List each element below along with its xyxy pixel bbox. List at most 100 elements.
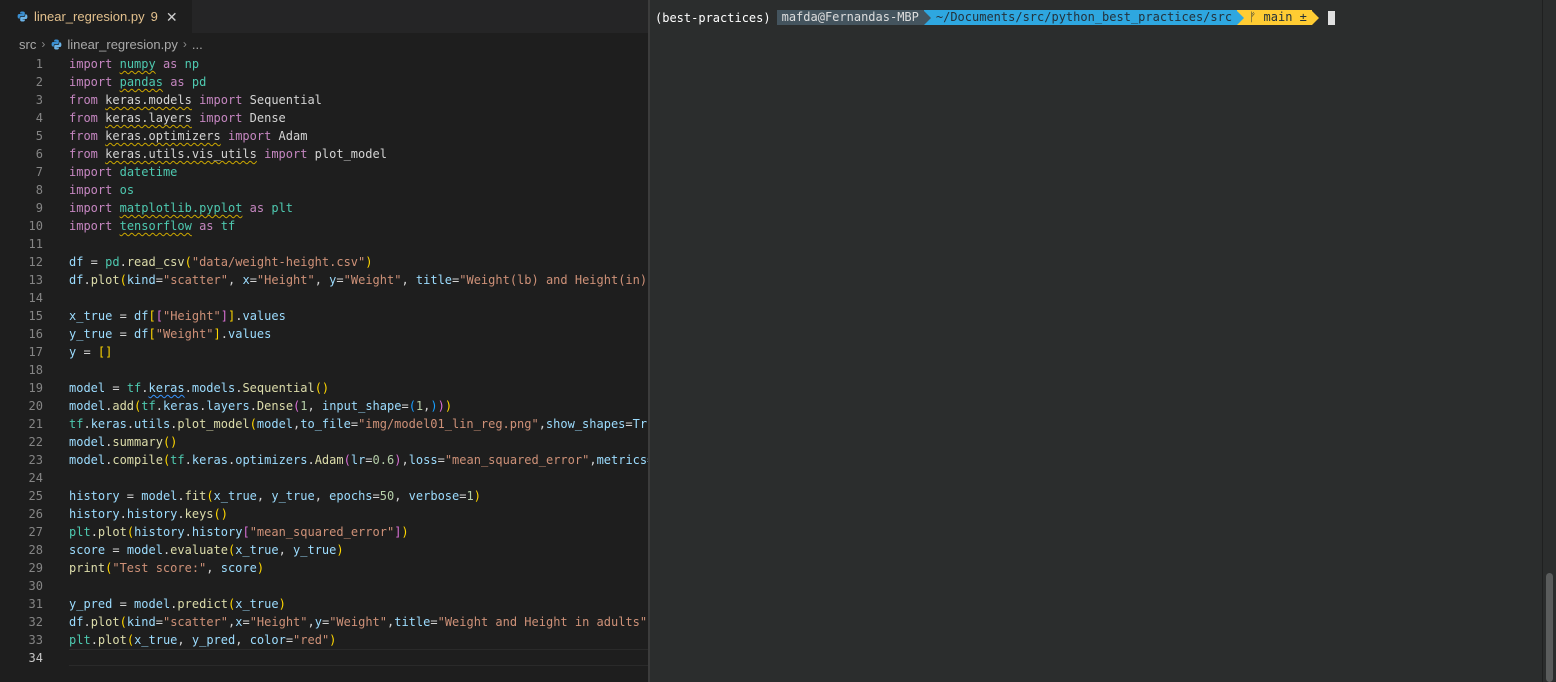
code-line[interactable]: 32 df.plot(kind="scatter",x="Height",y="W…	[0, 613, 648, 631]
code-token: ,	[538, 417, 546, 431]
code-line[interactable]: 24	[0, 469, 648, 487]
powerline-separator	[1237, 10, 1245, 25]
code-token: )	[444, 399, 453, 413]
code-token: from	[69, 129, 98, 143]
code-line[interactable]: 6 from keras.utils.vis_utils import plot_…	[0, 145, 648, 163]
code-token: values	[228, 327, 272, 341]
code-line[interactable]: 33 plt.plot(x_true, y_pred, color="red")	[0, 631, 648, 649]
line-number: 7	[35, 165, 43, 179]
code-text: import numpy as np	[69, 55, 199, 73]
code-token: df	[69, 615, 84, 629]
scrollbar-thumb[interactable]	[1546, 573, 1553, 682]
prompt-git-branch: ᚠ main ±	[1237, 10, 1312, 25]
code-token: as	[162, 57, 178, 71]
code-line[interactable]: 17 y = []	[0, 343, 648, 361]
code-line[interactable]: 22 model.summary()	[0, 433, 648, 451]
chevron-right-icon: ›	[41, 37, 46, 51]
code-line[interactable]: 19 model = tf.keras.models.Sequential()	[0, 379, 648, 397]
code-token: (	[343, 453, 351, 467]
code-line[interactable]: 10 import tensorflow as tf	[0, 217, 648, 235]
code-line[interactable]: 1 import numpy as np	[0, 55, 648, 73]
code-line[interactable]: 15 x_true = df[["Height"]].values	[0, 307, 648, 325]
code-token: .	[307, 453, 315, 467]
code-token: 1	[300, 399, 308, 413]
terminal-pane[interactable]: (best-practices) mafda@Fernandas-MBP ~/D…	[650, 0, 1556, 682]
code-token: history	[69, 507, 120, 521]
code-token: import	[69, 165, 113, 179]
code-token: )	[365, 255, 373, 269]
code-line[interactable]: 12 df = pd.read_csv("data/weight-height.c…	[0, 253, 648, 271]
code-line[interactable]: 4 from keras.layers import Dense	[0, 109, 648, 127]
code-token: from	[69, 93, 98, 107]
code-token: "img/model01_lin_reg.png"	[358, 417, 539, 431]
code-token: keras.layers	[105, 111, 192, 125]
code-text: model = tf.keras.models.Sequential()	[69, 379, 329, 397]
code-token: score	[69, 543, 106, 557]
code-token: ,	[314, 489, 330, 503]
code-token: .	[184, 525, 192, 539]
line-number: 21	[28, 417, 43, 431]
line-number: 20	[28, 399, 43, 413]
code-token: (	[126, 633, 135, 647]
code-line[interactable]: 25 history = model.fit(x_true, y_true, ep…	[0, 487, 648, 505]
code-token: )	[473, 489, 481, 503]
code-line[interactable]: 27 plt.plot(history.history["mean_squared…	[0, 523, 648, 541]
code-token: =	[105, 543, 127, 557]
code-token: Dense	[242, 111, 286, 125]
code-token: .	[184, 381, 192, 395]
breadcrumb-file[interactable]: linear_regresion.py	[67, 37, 178, 52]
code-line[interactable]: 7 import datetime	[0, 163, 648, 181]
code-token: model	[256, 417, 294, 431]
code-text: y_true = df["Weight"].values	[69, 325, 271, 343]
code-line[interactable]: 26 history.history.keys()	[0, 505, 648, 523]
code-token: Dense	[256, 399, 294, 413]
terminal-scrollbar[interactable]	[1542, 0, 1556, 682]
code-token: =	[242, 615, 250, 629]
code-token: 0.6	[372, 453, 395, 467]
code-line[interactable]: 28 score = model.evaluate(x_true, y_true)	[0, 541, 648, 559]
python-file-icon	[17, 11, 28, 22]
code-line[interactable]: 21 tf.keras.utils.plot_model(model,to_fil…	[0, 415, 648, 433]
code-token: [	[148, 327, 156, 341]
code-line[interactable]: 18	[0, 361, 648, 379]
code-token: .	[177, 489, 185, 503]
code-line[interactable]: 30	[0, 577, 648, 595]
code-line[interactable]: 29 print("Test score:", score)	[0, 559, 648, 577]
code-token: .	[83, 273, 91, 287]
code-token: keras	[191, 453, 228, 467]
breadcrumb-symbols[interactable]: ...	[192, 37, 203, 52]
code-token: "Weight"	[329, 615, 387, 629]
code-token: =	[285, 633, 294, 647]
code-token: "Height"	[256, 273, 315, 287]
code-token: epochs	[329, 489, 373, 503]
code-line[interactable]: 5 from keras.optimizers import Adam	[0, 127, 648, 145]
code-line[interactable]: 2 import pandas as pd	[0, 73, 648, 91]
code-text: from keras.utils.vis_utils import plot_m…	[69, 145, 387, 163]
code-line[interactable]: 11	[0, 235, 648, 253]
code-token: history	[134, 525, 185, 539]
code-line[interactable]: 13 df.plot(kind="scatter", x="Height", y=…	[0, 271, 648, 289]
close-icon[interactable]: ✕	[166, 10, 178, 24]
code-line[interactable]: 16 y_true = df["Weight"].values	[0, 325, 648, 343]
code-line[interactable]: 14	[0, 289, 648, 307]
breadcrumb-folder[interactable]: src	[19, 37, 36, 52]
code-line[interactable]: 3 from keras.models import Sequential	[0, 91, 648, 109]
code-text: model.summary()	[69, 433, 177, 451]
code-line[interactable]: 9 import matplotlib.pyplot as plt	[0, 199, 648, 217]
code-token: ()	[213, 507, 228, 521]
code-token: import	[199, 93, 243, 107]
code-line[interactable]: 23 model.compile(tf.keras.optimizers.Adam…	[0, 451, 648, 469]
code-token: x_true	[213, 489, 257, 503]
tab-linear-regresion-py[interactable]: linear_regresion.py 9 ✕	[0, 0, 193, 33]
code-line[interactable]: 31 y_pred = model.predict(x_true)	[0, 595, 648, 613]
code-token: verbose	[408, 489, 460, 503]
code-line[interactable]: 20 model.add(tf.keras.layers.Dense(1, inp…	[0, 397, 648, 415]
code-line[interactable]: 8 import os	[0, 181, 648, 199]
code-token: pd	[105, 255, 120, 269]
code-text: print("Test score:", score)	[69, 559, 264, 577]
code-token: as	[170, 75, 185, 89]
